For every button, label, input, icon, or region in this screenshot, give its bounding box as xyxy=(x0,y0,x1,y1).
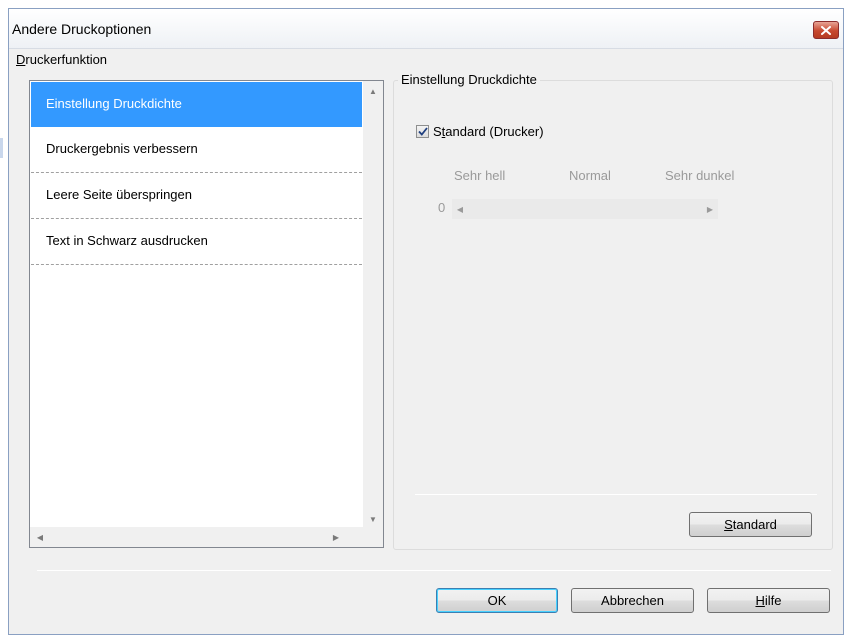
close-icon xyxy=(821,25,831,35)
density-value: 0 xyxy=(438,200,446,215)
density-label-normal: Normal xyxy=(569,168,611,183)
group-separator xyxy=(415,494,817,495)
printer-function-list[interactable]: Einstellung Druckdichte Druckergebnis ve… xyxy=(29,80,384,548)
print-density-group: Einstellung Druckdichte xyxy=(393,72,833,550)
help-button-accel: H xyxy=(755,593,765,608)
list-item-skip-blank-page[interactable]: Leere Seite überspringen xyxy=(31,173,362,219)
background-edge xyxy=(0,0,8,635)
checkbox-box[interactable] xyxy=(416,125,429,138)
help-button[interactable]: Hilfe xyxy=(707,588,830,613)
list-items: Einstellung Druckdichte Druckergebnis ve… xyxy=(31,82,362,265)
scroll-down-arrow-icon[interactable]: ▼ xyxy=(363,509,383,529)
cancel-button[interactable]: Abbrechen xyxy=(571,588,694,613)
list-horizontal-scrollbar[interactable]: ◀ ▶ xyxy=(30,527,383,547)
standard-button-accel: S xyxy=(724,517,733,532)
standard-button[interactable]: Standard xyxy=(689,512,812,537)
checkmark-icon xyxy=(417,127,428,136)
checkbox-label-prefix: S xyxy=(433,124,442,139)
background-edge-mark xyxy=(0,138,3,158)
ok-button[interactable]: OK xyxy=(436,588,558,613)
checkbox-label-rest: andard (Drucker) xyxy=(445,124,544,139)
density-label-dark: Sehr dunkel xyxy=(665,168,735,183)
standard-printer-checkbox-label: Standard (Drucker) xyxy=(433,124,544,139)
list-item-print-text-black[interactable]: Text in Schwarz ausdrucken xyxy=(31,219,362,265)
density-label-light: Sehr hell xyxy=(454,168,506,183)
print-density-group-title: Einstellung Druckdichte xyxy=(398,72,540,87)
window-title: Andere Druckoptionen xyxy=(12,21,152,37)
footer-separator xyxy=(37,570,831,571)
list-item-print-density[interactable]: Einstellung Druckdichte xyxy=(31,82,362,127)
close-button[interactable] xyxy=(813,21,839,39)
title-bar[interactable]: Andere Druckoptionen xyxy=(9,9,843,49)
printer-function-label-accel: D xyxy=(16,52,26,67)
list-item-improve-output[interactable]: Druckergebnis verbessern xyxy=(31,127,362,173)
standard-printer-checkbox[interactable]: Standard (Drucker) xyxy=(416,124,544,139)
standard-button-text: tandard xyxy=(732,517,777,532)
slider-right-arrow-icon[interactable]: ▶ xyxy=(702,199,718,219)
scroll-up-arrow-icon[interactable]: ▲ xyxy=(363,81,383,101)
list-vertical-scrollbar[interactable]: ▲ ▼ xyxy=(363,81,383,529)
printer-function-label-text: ruckerfunktion xyxy=(25,52,108,67)
density-slider[interactable]: ◀ ▶ xyxy=(452,199,718,219)
help-button-text: ilfe xyxy=(764,593,782,608)
slider-left-arrow-icon[interactable]: ◀ xyxy=(452,199,468,219)
scroll-left-arrow-icon[interactable]: ◀ xyxy=(30,527,50,547)
scroll-right-arrow-icon[interactable]: ▶ xyxy=(326,527,346,547)
printer-function-label: Druckerfunktion xyxy=(16,52,107,67)
